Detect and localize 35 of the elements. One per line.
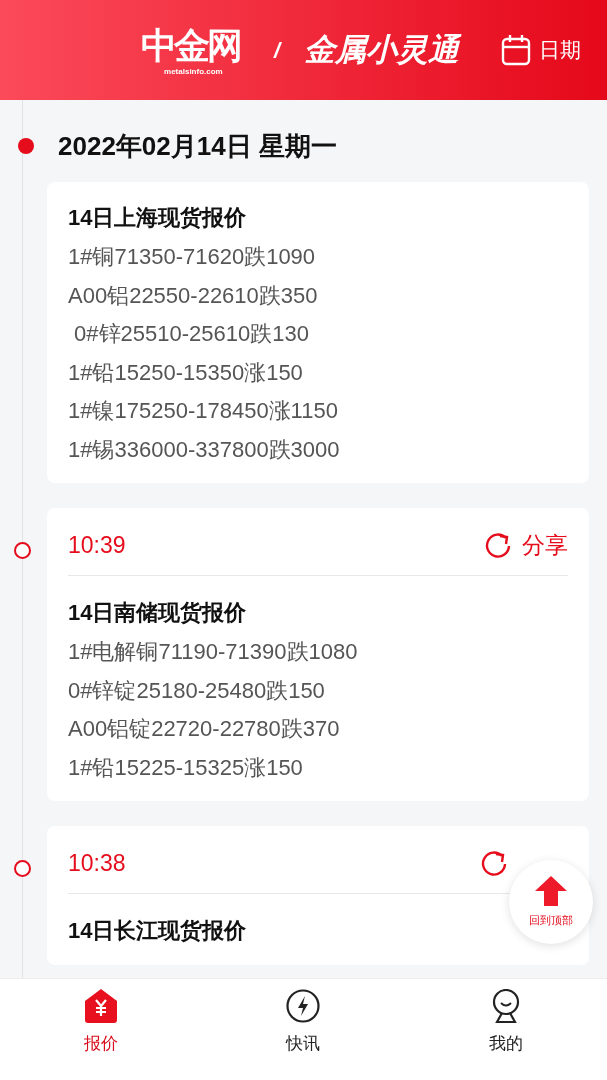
card-title: 14日长江现货报价 (68, 917, 247, 945)
lightning-icon (286, 989, 321, 1023)
share-button[interactable] (480, 849, 508, 878)
price-line: 1#锡336000-337800跌3000 (68, 435, 341, 464)
arrow-up-icon (535, 875, 567, 906)
price-line: 1#镍175250-178450涨1150 (68, 397, 339, 425)
price-line: 1#电解铜71190-71390跌1080 (68, 638, 359, 666)
logo-text: 中金网 (140, 23, 241, 67)
calendar-icon (501, 34, 531, 66)
time-label: 10:39 (68, 531, 126, 561)
share-icon (484, 531, 512, 560)
logo-domain: metalsinfo.com (164, 66, 223, 77)
separator: / (272, 36, 283, 65)
nav-tab[interactable]: 我的 (404, 979, 607, 1080)
price-line: A00铝22550-22610跌350 (68, 281, 319, 310)
price-line: 0#锌锭25180-25480跌150 (68, 676, 326, 705)
price-line: A00铝锭22720-22780跌370 (68, 715, 341, 743)
price-line: 1#铜71350-71620跌1090 (68, 243, 317, 271)
price-line: 0#锌25510-25610跌130 (73, 320, 310, 348)
card-title: 14日上海现货报价 (68, 204, 247, 232)
date-button[interactable]: 日期 (501, 34, 581, 66)
date-heading: 2022年02月14日 星期一 (58, 131, 337, 161)
user-icon (490, 989, 521, 1023)
timeline-dot (14, 542, 31, 559)
timeline-dot (14, 860, 31, 877)
price-line: 1#铅15250-15350涨150 (68, 358, 304, 387)
share-button[interactable]: 分享 (484, 528, 568, 563)
nav-tab[interactable]: 报价 (0, 979, 203, 1080)
share-icon (480, 849, 508, 878)
nav-tab[interactable]: 快讯 (202, 979, 405, 1080)
time-label: 10:38 (68, 849, 126, 879)
price-tag-icon (85, 989, 118, 1023)
card-title: 14日南储现货报价 (68, 599, 247, 627)
price-line: 1#铅15225-15325涨150 (68, 753, 304, 782)
timeline-dot (18, 138, 34, 154)
